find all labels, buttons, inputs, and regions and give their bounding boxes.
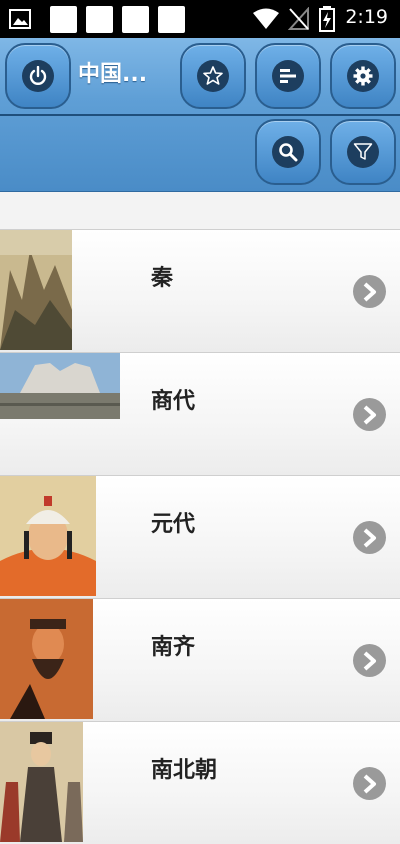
stone-statues-thumbnail xyxy=(0,353,120,419)
list-item-qin[interactable]: 秦 xyxy=(0,229,400,352)
favorite-button[interactable] xyxy=(180,43,246,109)
mountain-landscape-thumbnail xyxy=(0,230,72,350)
gear-icon xyxy=(353,66,373,86)
chevron-right-icon[interactable] xyxy=(353,521,386,554)
dynasty-list: 秦 商代 元代 南齐 南北朝 xyxy=(0,229,400,844)
list-item-yuan[interactable]: 元代 xyxy=(0,475,400,598)
list-item-nanqi[interactable]: 南齐 xyxy=(0,598,400,721)
list-item-shang[interactable]: 商代 xyxy=(0,352,400,475)
emperor-portrait-thumbnail xyxy=(0,476,96,596)
notification-square-icon xyxy=(122,6,149,33)
notification-square-icon xyxy=(50,6,77,33)
list-button[interactable] xyxy=(255,43,321,109)
list-item-label: 秦 xyxy=(151,266,174,291)
filter-button[interactable] xyxy=(330,119,396,185)
chevron-right-icon[interactable] xyxy=(353,644,386,677)
power-button[interactable] xyxy=(5,43,71,109)
battery-charging-icon xyxy=(319,6,335,32)
search-icon xyxy=(279,143,298,162)
court-figures-thumbnail xyxy=(0,722,83,842)
wifi-icon xyxy=(253,8,279,29)
image-notification-icon xyxy=(9,9,31,29)
filter-icon xyxy=(353,143,373,160)
list-item-label: 元代 xyxy=(151,512,196,537)
align-left-icon xyxy=(280,69,296,83)
notification-square-icon xyxy=(86,6,113,33)
page-title: 中国... xyxy=(78,62,148,87)
chevron-right-icon[interactable] xyxy=(353,275,386,308)
no-signal-icon xyxy=(288,7,309,30)
list-item-label: 商代 xyxy=(151,389,196,414)
clock: 2:19 xyxy=(345,6,388,28)
status-bar: 2:19 xyxy=(0,0,400,38)
list-item-label: 南北朝 xyxy=(151,758,218,783)
power-icon xyxy=(29,66,47,85)
chevron-right-icon[interactable] xyxy=(353,398,386,431)
toolbar-divider xyxy=(0,114,400,116)
star-icon xyxy=(203,66,223,85)
chevron-right-icon[interactable] xyxy=(353,767,386,800)
scholar-portrait-thumbnail xyxy=(0,599,93,719)
notification-square-icon xyxy=(158,6,185,33)
list-item-label: 南齐 xyxy=(151,635,196,660)
list-item-nanbeichao[interactable]: 南北朝 xyxy=(0,721,400,844)
search-button[interactable] xyxy=(255,119,321,185)
settings-button[interactable] xyxy=(330,43,396,109)
app-header: 中国... xyxy=(0,38,400,192)
